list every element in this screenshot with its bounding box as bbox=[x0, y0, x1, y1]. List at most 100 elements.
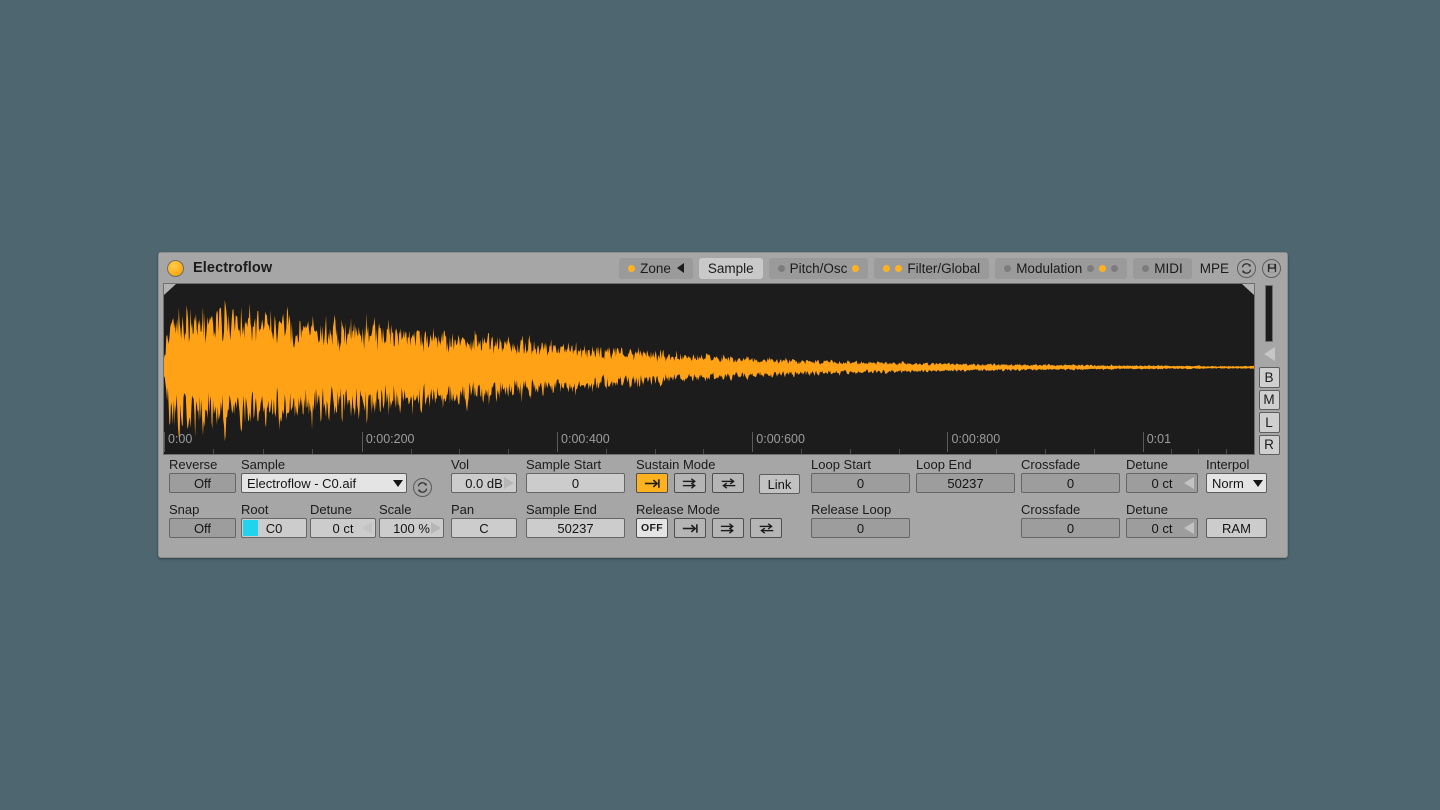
release-mode-loop-alternate[interactable] bbox=[750, 518, 782, 538]
crossfade-release-value[interactable]: 0 bbox=[1021, 518, 1120, 538]
sustain-mode-button-group bbox=[636, 473, 744, 493]
loop-detune-release-label: Detune bbox=[1126, 503, 1198, 517]
mono-channel-button[interactable]: M bbox=[1259, 390, 1280, 410]
sample-end-control: Sample End 50237 bbox=[526, 503, 625, 538]
chevron-left-icon bbox=[677, 263, 684, 273]
tab-zone-label: Zone bbox=[640, 261, 671, 276]
scale-value[interactable]: 100 % bbox=[379, 518, 444, 538]
root-value[interactable]: C0 bbox=[241, 518, 307, 538]
sample-end-value[interactable]: 50237 bbox=[526, 518, 625, 538]
control-panel: Reverse Off Snap Off Sample Electroflow … bbox=[163, 458, 1283, 554]
root-value-text: C0 bbox=[266, 521, 283, 536]
scale-slider-wedge-icon bbox=[431, 522, 441, 534]
sustain-mode-no-loop[interactable] bbox=[636, 473, 668, 493]
tab-filter-global[interactable]: Filter/Global bbox=[874, 258, 989, 279]
vol-control: Vol 0.0 dB bbox=[451, 458, 517, 493]
save-disk-icon[interactable] bbox=[1262, 259, 1281, 278]
sample-start-control: Sample Start 0 bbox=[526, 458, 625, 493]
sustain-mode-loop-alternate[interactable] bbox=[712, 473, 744, 493]
tab-pitch-osc-dot-right bbox=[852, 265, 859, 272]
reverse-toggle[interactable]: Off bbox=[169, 473, 236, 493]
snap-label: Snap bbox=[169, 503, 236, 517]
tab-zone[interactable]: Zone bbox=[619, 258, 693, 279]
release-mode-button-group: OFF bbox=[636, 518, 782, 538]
sample-dropdown-value: Electroflow - C0.aif bbox=[247, 476, 356, 491]
collapse-left-arrow-icon[interactable] bbox=[1264, 347, 1275, 361]
loop-detune-sustain-label: Detune bbox=[1126, 458, 1198, 472]
vertical-zoom-scrollbar[interactable] bbox=[1265, 285, 1273, 342]
ram-button[interactable]: RAM bbox=[1206, 518, 1267, 538]
tab-pitch-osc[interactable]: Pitch/Osc bbox=[769, 258, 869, 279]
sample-control: Sample Electroflow - C0.aif bbox=[241, 458, 407, 493]
sustain-mode-control: Sustain Mode bbox=[636, 458, 744, 493]
release-loop-control: Release Loop 0 bbox=[811, 503, 910, 538]
chevron-down-icon bbox=[1253, 480, 1263, 487]
pan-value[interactable]: C bbox=[451, 518, 517, 538]
interpol-label: Interpol bbox=[1206, 458, 1267, 472]
loop-start-value[interactable]: 0 bbox=[811, 473, 910, 493]
vol-value[interactable]: 0.0 dB bbox=[451, 473, 517, 493]
sustain-mode-loop-forward[interactable] bbox=[674, 473, 706, 493]
tab-modulation-label: Modulation bbox=[1016, 261, 1082, 276]
sample-start-label: Sample Start bbox=[526, 458, 625, 472]
release-mode-off[interactable]: OFF bbox=[636, 518, 668, 538]
scale-label: Scale bbox=[379, 503, 444, 517]
sample-hotswap-control bbox=[413, 478, 432, 497]
sample-end-marker[interactable] bbox=[1242, 284, 1254, 306]
tab-filter-global-dot-1 bbox=[883, 265, 890, 272]
loop-detune-sustain-value[interactable]: 0 ct bbox=[1126, 473, 1198, 493]
sample-dropdown[interactable]: Electroflow - C0.aif bbox=[241, 473, 407, 493]
tab-zone-indicator-dot bbox=[628, 265, 635, 272]
tab-pitch-osc-label: Pitch/Osc bbox=[790, 261, 848, 276]
loop-start-label: Loop Start bbox=[811, 458, 910, 472]
reverse-label: Reverse bbox=[169, 458, 236, 472]
release-loop-label: Release Loop bbox=[811, 503, 910, 517]
tab-modulation-dot-3 bbox=[1111, 265, 1118, 272]
interpol-dropdown[interactable]: Norm bbox=[1206, 473, 1267, 493]
tab-modulation[interactable]: Modulation bbox=[995, 258, 1127, 279]
tab-modulation-dot-left bbox=[1004, 265, 1011, 272]
sample-start-marker[interactable] bbox=[164, 284, 176, 306]
link-control: Link bbox=[759, 474, 800, 494]
device-title-bar: Electroflow Zone Sample Pitch/Osc Filter… bbox=[159, 253, 1287, 283]
sample-hot-swap-icon[interactable] bbox=[413, 478, 432, 497]
right-channel-button[interactable]: R bbox=[1259, 435, 1280, 455]
left-channel-button[interactable]: L bbox=[1259, 412, 1280, 432]
sample-start-value[interactable]: 0 bbox=[526, 473, 625, 493]
tab-sample[interactable]: Sample bbox=[699, 258, 763, 279]
root-detune-label: Detune bbox=[310, 503, 376, 517]
pan-label: Pan bbox=[451, 503, 517, 517]
interpol-control: Interpol Norm bbox=[1206, 458, 1267, 493]
loop-end-value[interactable]: 50237 bbox=[916, 473, 1015, 493]
hot-swap-icon[interactable] bbox=[1237, 259, 1256, 278]
release-loop-value[interactable]: 0 bbox=[811, 518, 910, 538]
vol-label: Vol bbox=[451, 458, 517, 472]
tab-filter-global-dot-2 bbox=[895, 265, 902, 272]
waveform-display[interactable]: 0:000:00:2000:00:4000:00:6000:00:8000:01 bbox=[163, 283, 1255, 455]
loop-end-control: Loop End 50237 bbox=[916, 458, 1015, 493]
loop-detune-sustain-wedge-icon bbox=[1184, 477, 1194, 489]
scale-control: Scale 100 % bbox=[379, 503, 444, 538]
loop-detune-release-value[interactable]: 0 ct bbox=[1126, 518, 1198, 538]
interpol-dropdown-value: Norm bbox=[1212, 476, 1244, 491]
root-detune-value[interactable]: 0 ct bbox=[310, 518, 376, 538]
loop-detune-sustain-control: Detune 0 ct bbox=[1126, 458, 1198, 493]
release-mode-label: Release Mode bbox=[636, 503, 782, 517]
reverse-control: Reverse Off bbox=[169, 458, 236, 493]
sustain-mode-label: Sustain Mode bbox=[636, 458, 744, 472]
both-channels-button[interactable]: B bbox=[1259, 367, 1280, 387]
vol-value-text: 0.0 dB bbox=[465, 476, 503, 491]
sample-label: Sample bbox=[241, 458, 407, 472]
crossfade-sustain-label: Crossfade bbox=[1021, 458, 1120, 472]
tab-midi-dot bbox=[1142, 265, 1149, 272]
release-mode-no-loop[interactable] bbox=[674, 518, 706, 538]
tab-midi[interactable]: MIDI bbox=[1133, 258, 1192, 279]
waveform-panel: 0:000:00:2000:00:4000:00:6000:00:8000:01… bbox=[163, 283, 1283, 455]
crossfade-sustain-value[interactable]: 0 bbox=[1021, 473, 1120, 493]
device-power-button[interactable] bbox=[167, 260, 184, 277]
snap-control: Snap Off bbox=[169, 503, 236, 538]
link-button[interactable]: Link bbox=[759, 474, 800, 494]
release-mode-loop-forward[interactable] bbox=[712, 518, 744, 538]
snap-toggle[interactable]: Off bbox=[169, 518, 236, 538]
sample-end-label: Sample End bbox=[526, 503, 625, 517]
